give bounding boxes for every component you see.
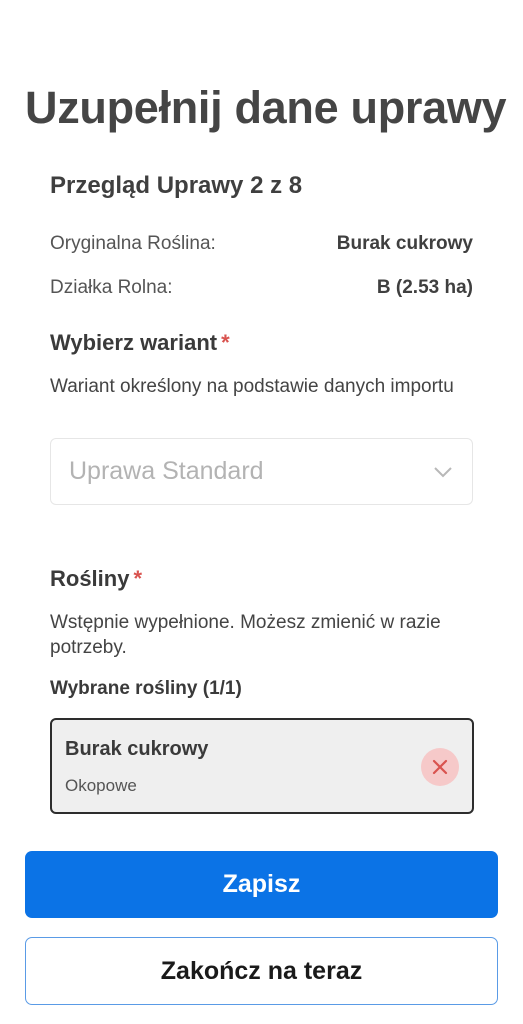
selected-plant-card: Burak cukrowy Okopowe [50,718,474,814]
variant-selected-value: Uprawa Standard [69,457,264,485]
page-title: Uzupełnij dane uprawy [25,82,507,133]
required-mark: * [133,566,143,591]
save-button[interactable]: Zapisz [25,851,498,918]
original-plant-row: Oryginalna Roślina: Burak cukrowy [50,233,473,255]
close-icon [432,759,448,775]
plant-type: Okopowe [65,776,137,795]
variant-description: Wariant określony na podstawie danych im… [50,376,454,397]
plot-value: B (2.53 ha) [376,277,473,298]
variant-heading-label: Wybierz wariant [50,330,218,355]
plants-description: Wstępnie wypełnione. Możesz zmienić w ra… [50,612,441,658]
remove-plant-button[interactable] [421,748,459,786]
plant-name: Burak cukrowy [65,738,209,760]
review-progress: Przegląd Uprawy 2 z 8 [50,172,303,199]
required-mark: * [221,330,230,355]
chevron-down-icon [432,461,454,483]
plants-heading: Rośliny * [50,566,142,592]
plants-heading-label: Rośliny [50,566,130,591]
original-plant-label: Oryginalna Roślina: [50,233,216,254]
selected-plants-heading: Wybrane rośliny (1/1) [50,678,242,699]
original-plant-value: Burak cukrowy [336,233,473,254]
plot-label: Działka Rolna: [50,277,173,298]
variant-heading: Wybierz wariant * [50,330,230,356]
crop-data-form: Uzupełnij dane uprawy Przegląd Uprawy 2 … [0,0,523,1024]
finish-later-button[interactable]: Zakończ na teraz [25,937,498,1005]
plot-row: Działka Rolna: B (2.53 ha) [50,277,473,299]
variant-select[interactable]: Uprawa Standard [50,438,473,505]
